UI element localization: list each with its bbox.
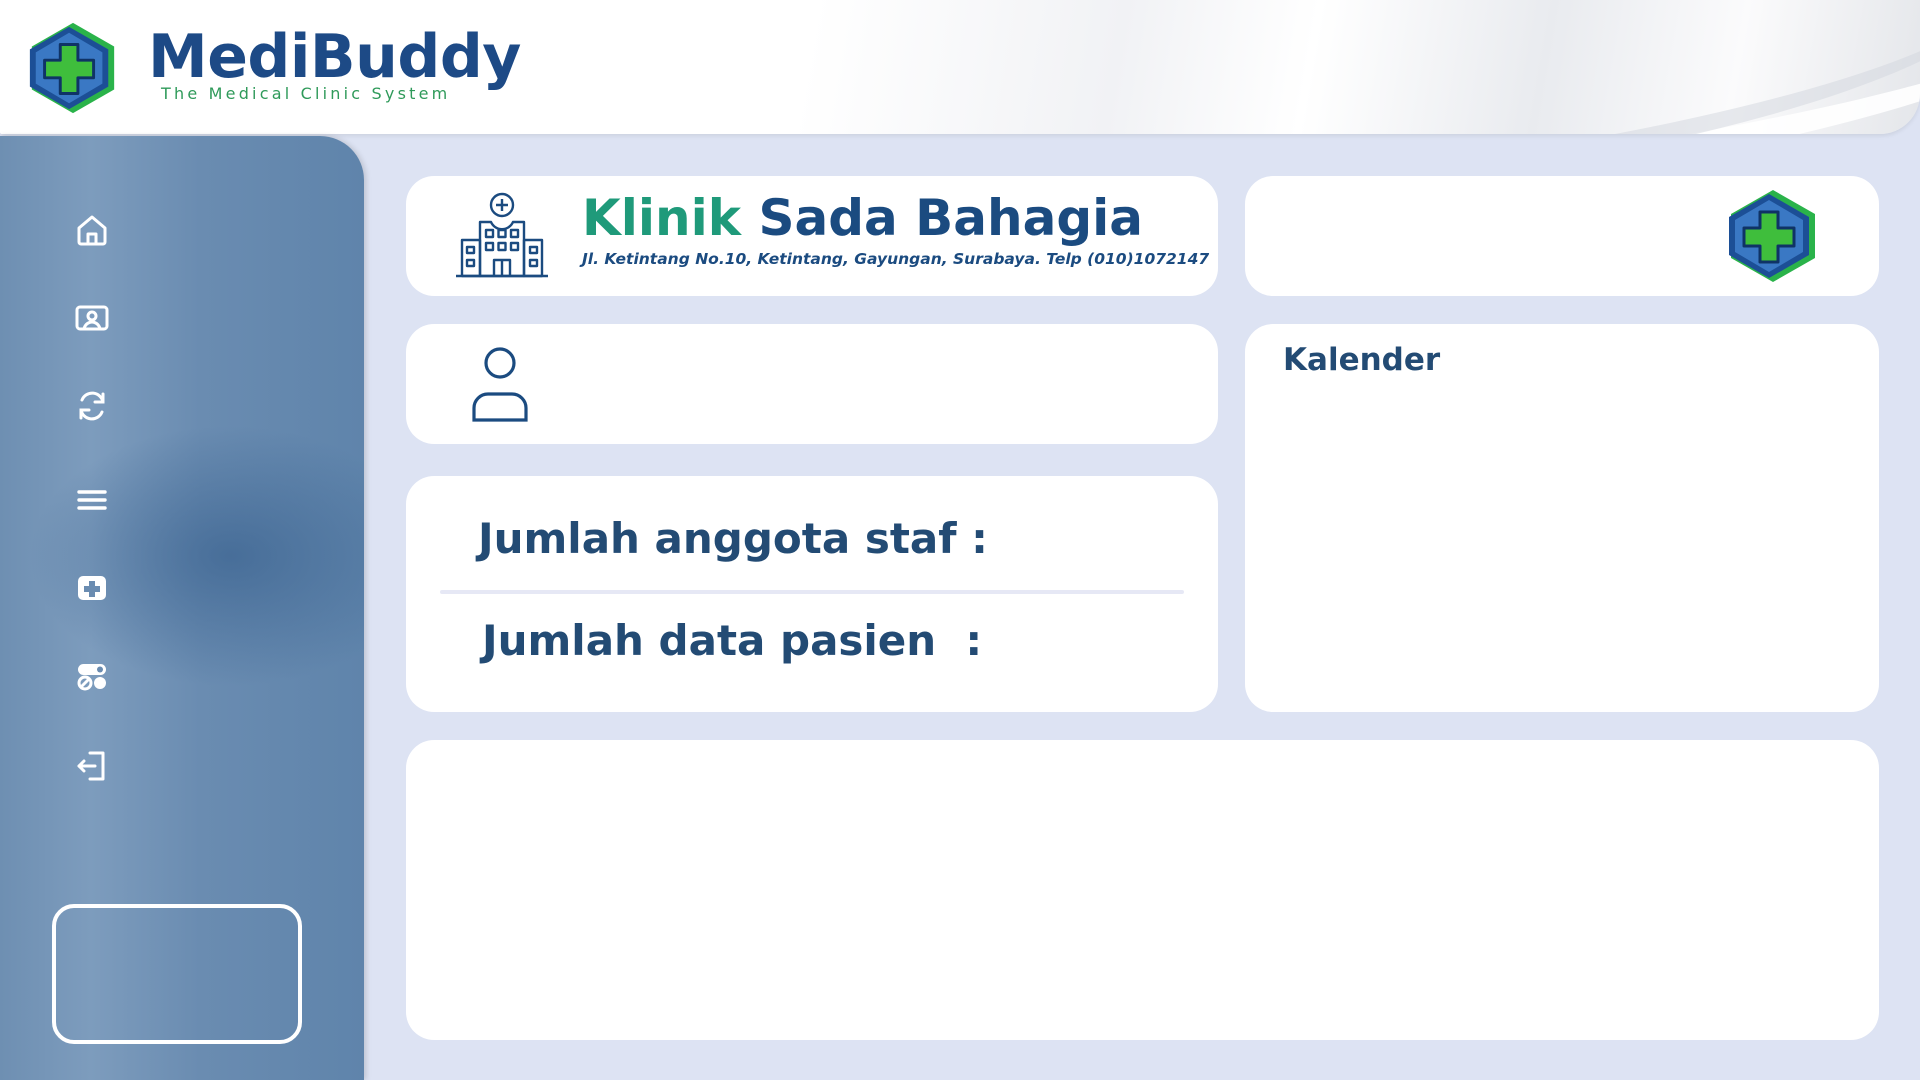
sidebar-item-medical[interactable] [72, 568, 112, 608]
sidebar-item-menu[interactable] [72, 480, 112, 520]
sidebar-bottom-panel [52, 904, 302, 1044]
clinic-info-card: Klinik Sada Bahagia Jl. Ketintang No.10,… [406, 176, 1218, 296]
clinic-title-prefix: Klinik [582, 189, 742, 247]
calendar-card: Kalender [1245, 324, 1879, 712]
top-header: MediBuddy The Medical Clinic System [0, 0, 1920, 134]
sidebar-item-home[interactable] [72, 210, 112, 250]
medical-cross-hexagon-icon [1729, 190, 1815, 282]
toggle-settings-icon [77, 664, 106, 691]
medical-cross-hexagon-icon [29, 22, 115, 114]
clinic-title-name: Sada Bahagia [758, 189, 1143, 247]
brand-tagline: The Medical Clinic System [161, 84, 451, 103]
id-card-icon [75, 305, 109, 331]
clinic-title: Klinik Sada Bahagia [582, 186, 1143, 250]
patient-count-label: Jumlah data pasien : [482, 616, 983, 665]
sidebar [0, 136, 364, 1080]
brand-name: MediBuddy [148, 22, 521, 92]
clinic-address: Jl. Ketintang No.10, Ketintang, Gayungan… [582, 250, 1210, 268]
sidebar-item-settings[interactable] [72, 656, 112, 696]
sidebar-item-refresh[interactable] [72, 386, 112, 426]
hospital-building-icon [456, 192, 548, 278]
medical-plus-icon [78, 576, 106, 600]
logout-icon [77, 751, 105, 781]
bottom-panel [406, 740, 1879, 1040]
refresh-icon [79, 391, 105, 421]
staff-count-label: Jumlah anggota staf : [478, 514, 988, 563]
logo-card [1245, 176, 1879, 296]
calendar-title: Kalender [1283, 342, 1441, 378]
stats-card: Jumlah anggota staf : Jumlah data pasien… [406, 476, 1218, 712]
home-icon [77, 215, 107, 246]
user-icon[interactable] [470, 346, 530, 422]
sidebar-item-logout[interactable] [72, 746, 112, 786]
divider [440, 590, 1184, 594]
menu-icon [77, 490, 107, 510]
sidebar-item-profile[interactable] [72, 298, 112, 338]
user-card [406, 324, 1218, 444]
